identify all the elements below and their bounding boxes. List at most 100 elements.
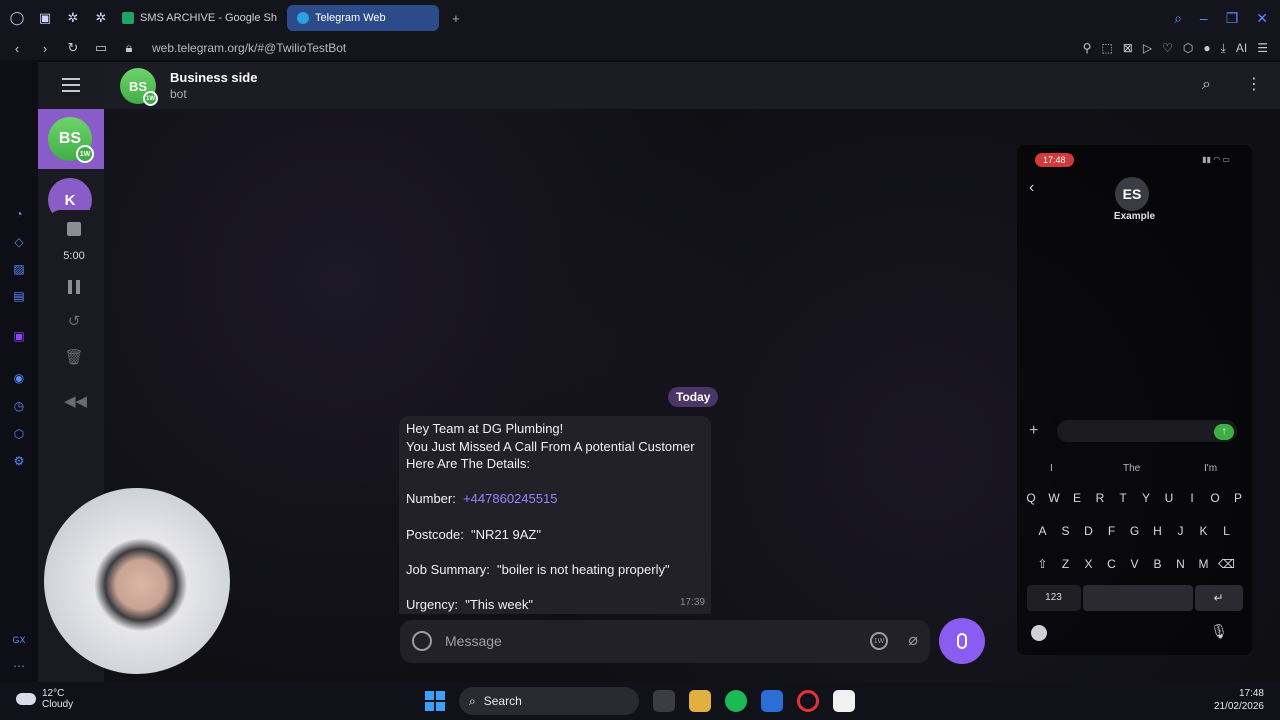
suggestion[interactable]: The xyxy=(1123,463,1140,474)
opera-gx-icon[interactable] xyxy=(797,690,819,712)
system-clock[interactable]: 17:48 21/02/2026 xyxy=(1214,687,1264,713)
suggestion[interactable]: I xyxy=(1050,463,1053,474)
key[interactable]: V xyxy=(1124,551,1145,577)
history-icon[interactable]: ◷ xyxy=(11,398,27,414)
gaming-icon[interactable]: ▣ xyxy=(34,7,56,29)
backspace-icon[interactable]: ⌫ xyxy=(1216,551,1237,577)
chat-title[interactable]: Business side xyxy=(170,70,257,85)
forward-icon[interactable]: › xyxy=(34,41,56,56)
start-icon[interactable] xyxy=(425,691,445,711)
key[interactable]: F xyxy=(1101,518,1122,544)
phone-message-field[interactable] xyxy=(1057,420,1237,442)
back-icon[interactable]: ‹ xyxy=(1029,179,1034,197)
key[interactable]: H xyxy=(1147,518,1168,544)
key[interactable]: X xyxy=(1078,551,1099,577)
extensions-sidebar-icon[interactable]: ⬡ xyxy=(11,426,27,442)
key[interactable]: Y xyxy=(1136,485,1157,511)
key[interactable]: B xyxy=(1147,551,1168,577)
message-input[interactable]: Message xyxy=(445,633,502,649)
key[interactable]: K xyxy=(1193,518,1214,544)
key[interactable]: P xyxy=(1228,485,1249,511)
menu-icon[interactable]: ☰ xyxy=(1257,41,1268,56)
play-icon[interactable]: ▷ xyxy=(1143,41,1152,56)
new-tab-icon[interactable]: + xyxy=(445,7,467,29)
send-icon[interactable]: ↑ xyxy=(1214,424,1234,440)
key[interactable]: E xyxy=(1067,485,1088,511)
key[interactable]: W xyxy=(1044,485,1065,511)
key[interactable]: Q xyxy=(1021,485,1042,511)
contact-name[interactable]: Example xyxy=(1017,211,1252,222)
minimize-icon[interactable]: – xyxy=(1200,10,1208,27)
camera-icon[interactable]: ▭ xyxy=(90,40,112,56)
key[interactable]: C xyxy=(1101,551,1122,577)
message-bubble[interactable]: Hey Team at DG Plumbing! You Just Missed… xyxy=(399,416,711,614)
attach-icon[interactable]: ⌀ xyxy=(908,630,918,650)
emoji-icon[interactable] xyxy=(1031,625,1047,641)
microphone-icon[interactable]: 🎙︎ xyxy=(1210,623,1228,640)
adblock-icon[interactable]: ⊠ xyxy=(1123,41,1133,56)
key[interactable]: Z xyxy=(1055,551,1076,577)
url-field[interactable]: web.telegram.org/k/#@TwilioTestBot xyxy=(152,41,346,55)
key[interactable]: M xyxy=(1193,551,1214,577)
suggestion[interactable]: I'm xyxy=(1204,463,1217,474)
pause-icon[interactable] xyxy=(68,280,80,294)
key[interactable]: U xyxy=(1159,485,1180,511)
maximize-icon[interactable]: ❐ xyxy=(1226,10,1239,27)
key[interactable]: R xyxy=(1090,485,1111,511)
back-icon[interactable]: ‹ xyxy=(6,41,28,56)
key[interactable]: L xyxy=(1216,518,1237,544)
shift-icon[interactable]: ⇧ xyxy=(1032,551,1053,577)
key[interactable]: I xyxy=(1182,485,1203,511)
search-tabs-icon[interactable]: ⌕ xyxy=(1174,10,1182,27)
header-avatar[interactable]: BS 1W xyxy=(120,68,158,106)
twitch-icon[interactable]: ▣ xyxy=(11,328,27,344)
taskbar-search[interactable]: ⌕ Search xyxy=(459,687,639,715)
heart-icon[interactable]: ♡ xyxy=(1162,41,1173,56)
settings-icon[interactable]: ⚙ xyxy=(11,453,27,469)
notion-icon[interactable] xyxy=(833,690,855,712)
schedule-icon[interactable]: 1W xyxy=(870,632,888,650)
reload-icon[interactable]: ↻ xyxy=(62,40,84,56)
more-icon[interactable]: ⋯ xyxy=(11,658,27,674)
key[interactable]: S xyxy=(1055,518,1076,544)
pin-icon[interactable]: ⚲ xyxy=(1083,41,1092,56)
more-vertical-icon[interactable]: ⋮ xyxy=(1246,76,1262,94)
spotify-icon[interactable] xyxy=(725,690,747,712)
trash-icon[interactable]: 🗑︎ xyxy=(64,348,84,368)
player-icon[interactable]: ◉ xyxy=(11,370,27,386)
hamburger-menu-icon[interactable] xyxy=(62,78,80,92)
opera-logo-icon[interactable]: ◯ xyxy=(6,7,28,29)
stop-icon[interactable] xyxy=(67,222,81,236)
profile-avatar[interactable]: ● xyxy=(1203,41,1210,56)
restart-icon[interactable]: ↺ xyxy=(64,312,84,332)
aria-icon[interactable]: ◇ xyxy=(11,234,27,250)
numbers-key[interactable]: 123 xyxy=(1026,585,1081,611)
key[interactable]: D xyxy=(1078,518,1099,544)
space-key[interactable] xyxy=(1082,585,1193,611)
file-explorer-icon[interactable] xyxy=(689,690,711,712)
tab-telegram-web[interactable]: Telegram Web xyxy=(286,5,439,31)
task-view-icon[interactable] xyxy=(653,690,675,712)
plus-icon[interactable]: + xyxy=(1029,422,1038,440)
key[interactable]: G xyxy=(1124,518,1145,544)
snapshot-icon[interactable]: ⬚ xyxy=(1101,41,1112,56)
key[interactable]: O xyxy=(1205,485,1226,511)
chat-item-business-side[interactable]: BS 1W xyxy=(38,109,104,169)
contact-avatar[interactable]: ES xyxy=(1115,177,1149,211)
key[interactable]: A xyxy=(1032,518,1053,544)
extensions-icon[interactable]: ⬡ xyxy=(1183,41,1193,56)
mail-icon[interactable]: ▤ xyxy=(11,288,27,304)
extension-icon[interactable]: ✲ xyxy=(62,7,84,29)
voice-message-button[interactable] xyxy=(939,618,985,664)
app-icon[interactable] xyxy=(761,690,783,712)
weather-widget[interactable]: 12°C Cloudy xyxy=(16,688,73,710)
close-icon[interactable]: ✕ xyxy=(1256,10,1268,27)
tab-sms-archive[interactable]: SMS ARCHIVE - Google Sh xyxy=(112,5,287,31)
ai-button[interactable]: AI xyxy=(1236,41,1247,56)
news-icon[interactable]: ▨ xyxy=(11,261,27,277)
rewind-icon[interactable]: ◀◀ xyxy=(64,392,87,412)
search-icon[interactable]: ⌕ xyxy=(1202,76,1220,94)
download-icon[interactable]: ⤓ xyxy=(1221,41,1226,56)
key[interactable]: J xyxy=(1170,518,1191,544)
messenger-icon[interactable]: ◔ xyxy=(11,206,27,222)
